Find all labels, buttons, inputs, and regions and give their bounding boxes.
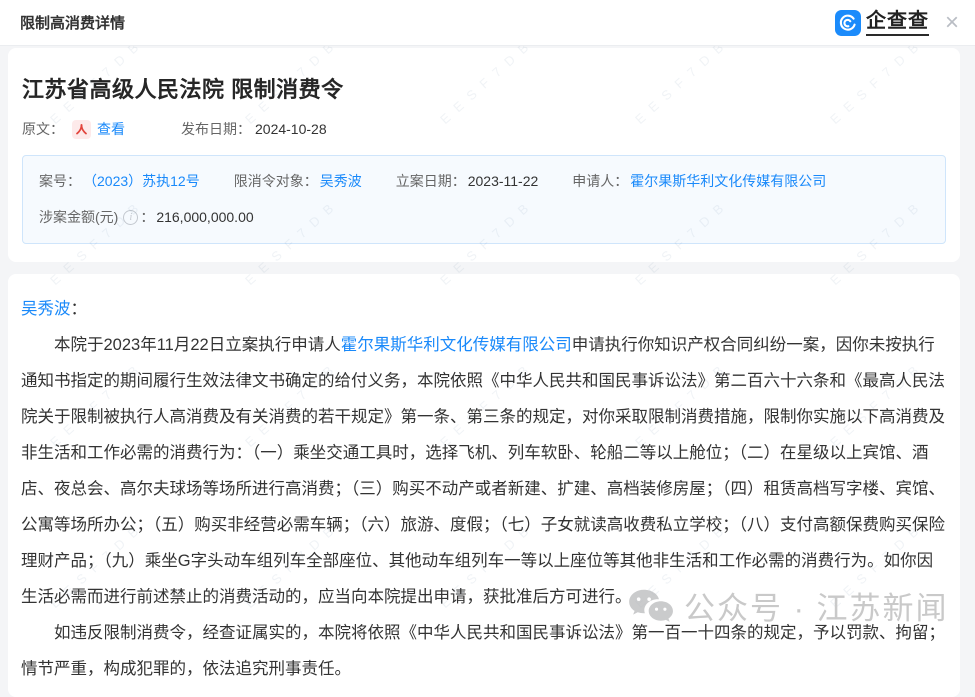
restricted-person-field: 限消令对象： 吴秀波	[234, 171, 362, 191]
addressee-colon: ：	[71, 300, 88, 318]
qichacha-logo-icon	[835, 10, 861, 36]
applicant-inline-link[interactable]: 霍尔果斯华利文化传媒有限公司	[341, 336, 572, 354]
publish-date-label: 发布日期：	[181, 119, 251, 139]
page-title: 限制高消费详情	[20, 12, 125, 33]
qichacha-logo[interactable]: 企查查	[835, 9, 929, 36]
addressee-link[interactable]: 吴秀波	[21, 300, 71, 318]
paragraph-text: 如违反限制消费令，经查证属实的，本院将依照《中华人民共和国民事诉讼法》第一百一十…	[21, 624, 945, 678]
publish-date-value: 2024-10-28	[255, 121, 327, 137]
order-paragraph-1: 本院于2023年11月22日立案执行申请人霍尔果斯华利文化传媒有限公司申请执行你…	[21, 327, 947, 615]
applicant-field: 申请人： 霍尔果斯华利文化传媒有限公司	[572, 171, 826, 191]
info-tooltip-icon[interactable]: i	[123, 210, 138, 225]
filing-date-label: 立案日期：	[396, 171, 466, 191]
document-meta-row: 原文： 查看 发布日期： 2024-10-28	[22, 119, 946, 139]
amount-colon: ：	[140, 207, 154, 227]
case-number-label: 案号：	[39, 171, 81, 191]
modal-header: 限制高消费详情 企查查 ×	[0, 0, 975, 46]
case-info-row-1: 案号： （2023）苏执12号 限消令对象： 吴秀波 立案日期： 2023-11…	[39, 171, 929, 191]
document-header-card: 江苏省高级人民法院 限制消费令 原文： 查看 发布日期： 2024-10-28 …	[8, 48, 960, 262]
amount-field: 涉案金额(元) i ： 216,000,000.00	[39, 207, 254, 227]
case-number-field: 案号： （2023）苏执12号	[39, 171, 200, 191]
case-info-row-2: 涉案金额(元) i ： 216,000,000.00	[39, 207, 929, 227]
order-paragraph-2: 如违反限制消费令，经查证属实的，本院将依照《中华人民共和国民事诉讼法》第一百一十…	[21, 615, 947, 687]
original-label: 原文：	[22, 119, 64, 139]
case-number-link[interactable]: （2023）苏执12号	[83, 171, 200, 191]
applicant-label: 申请人：	[572, 171, 628, 191]
pdf-icon	[72, 120, 91, 139]
applicant-link[interactable]: 霍尔果斯华利文化传媒有限公司	[630, 171, 826, 191]
restricted-person-link[interactable]: 吴秀波	[320, 171, 362, 191]
filing-date-value: 2023-11-22	[468, 173, 539, 189]
close-icon[interactable]: ×	[943, 11, 961, 35]
addressee-line: 吴秀波：	[21, 291, 947, 327]
amount-value: 216,000,000.00	[156, 209, 253, 225]
document-title: 江苏省高级人民法院 限制消费令	[22, 72, 946, 104]
case-info-box: 案号： （2023）苏执12号 限消令对象： 吴秀波 立案日期： 2023-11…	[22, 155, 946, 244]
order-body-card: 吴秀波： 本院于2023年11月22日立案执行申请人霍尔果斯华利文化传媒有限公司…	[8, 274, 960, 697]
paragraph-text: 申请执行你知识产权合同纠纷一案，因你未按执行通知书指定的期间履行生效法律文书确定…	[21, 336, 945, 606]
paragraph-text: 本院于2023年11月22日立案执行申请人	[54, 336, 341, 354]
section-divider	[0, 262, 975, 274]
filing-date-field: 立案日期： 2023-11-22	[396, 171, 539, 191]
amount-label: 涉案金额(元)	[39, 207, 118, 227]
qichacha-wordmark: 企查查	[866, 9, 929, 36]
restricted-person-label: 限消令对象：	[234, 171, 318, 191]
view-original-link[interactable]: 查看	[97, 119, 125, 139]
